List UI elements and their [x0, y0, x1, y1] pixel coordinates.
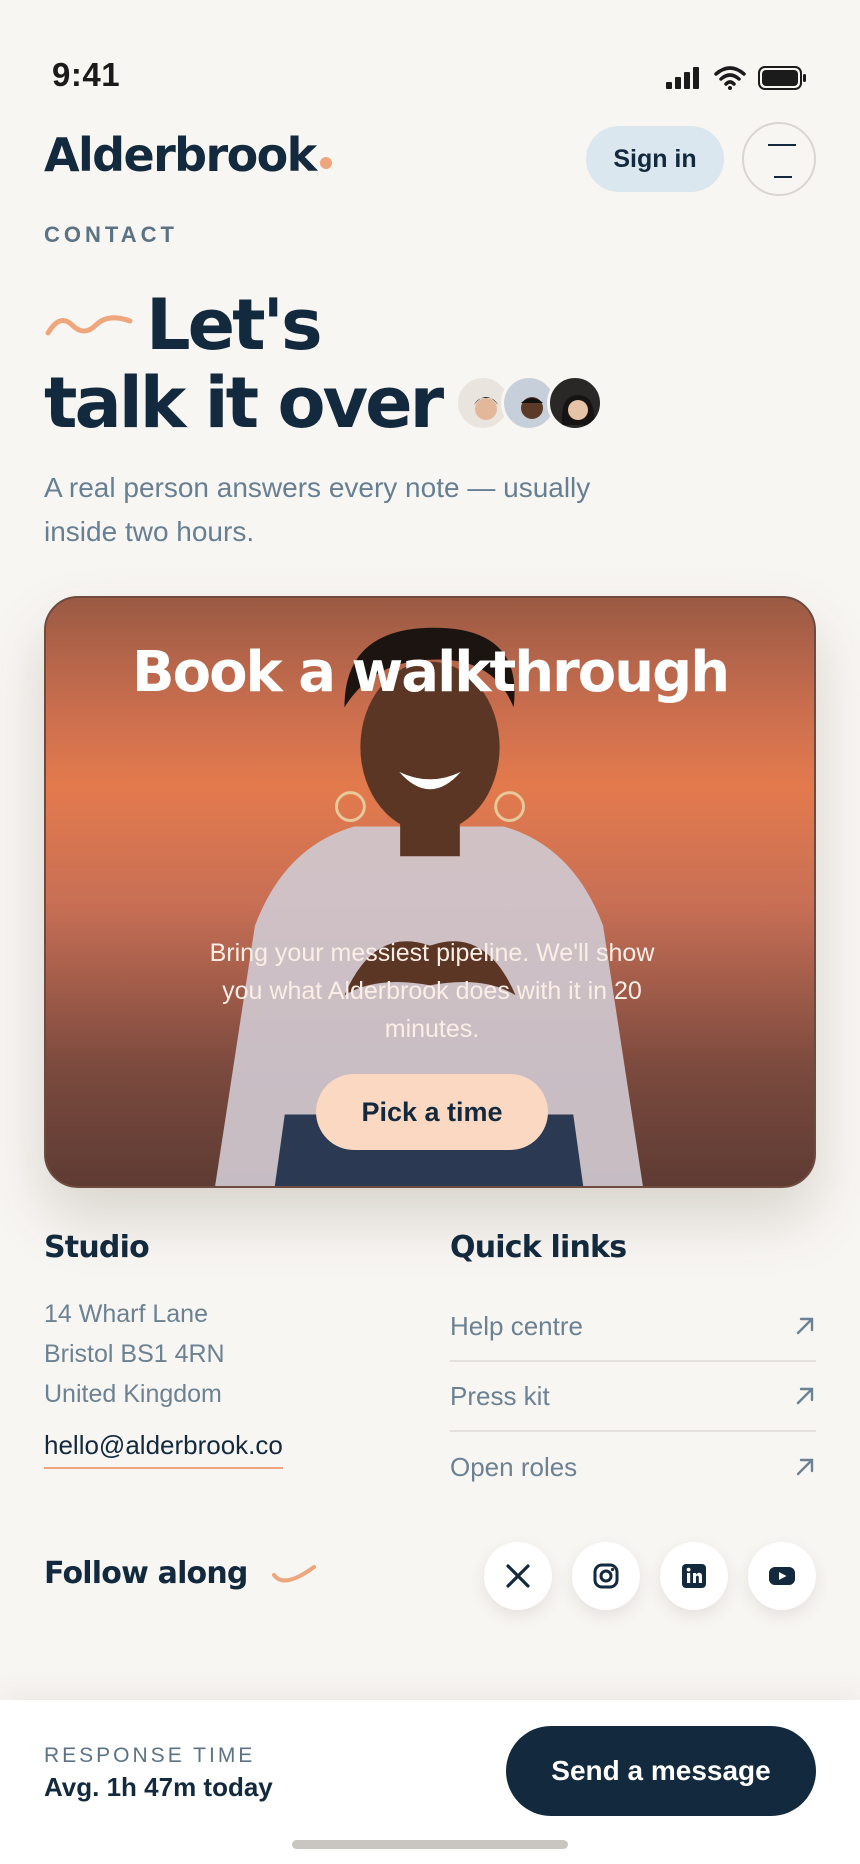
wifi-icon — [714, 66, 746, 90]
bottom-action-bar: RESPONSE TIME Avg. 1h 47m today Send a m… — [0, 1700, 860, 1864]
quick-link-label: Press kit — [450, 1380, 550, 1411]
arrow-up-right-icon — [796, 1387, 814, 1405]
hero-text: Bring your messiest pipeline. We'll show… — [209, 939, 655, 1043]
hero-title: Book a walkthrough — [131, 640, 730, 705]
status-icons — [666, 66, 808, 90]
headline-line-1: Let's — [146, 284, 323, 366]
squiggle-icon — [45, 315, 133, 336]
avatar — [547, 375, 604, 431]
arrow-up-right-icon — [796, 1317, 814, 1335]
page-eyebrow: CONTACT — [44, 222, 178, 247]
sign-in-button[interactable]: Sign in — [586, 126, 724, 192]
quick-link-open-roles[interactable]: Open roles — [450, 1432, 816, 1502]
headline-line-2: talk it over — [44, 362, 444, 444]
quick-links-list: Help centre Press kit Open roles — [450, 1292, 816, 1502]
arrow-up-right-icon — [796, 1458, 814, 1476]
instagram-icon[interactable] — [572, 1542, 640, 1610]
response-time-label: RESPONSE TIME — [44, 1744, 256, 1767]
send-message-button[interactable]: Send a message — [506, 1726, 816, 1816]
battery-icon — [758, 66, 806, 90]
quick-link-label: Open roles — [450, 1451, 578, 1482]
signal-icon — [666, 67, 699, 89]
quick-link-press-kit[interactable]: Press kit — [450, 1362, 816, 1432]
swoosh-icon — [271, 1564, 316, 1582]
status-time: 9:41 — [52, 56, 121, 93]
address-line: 14 Wharf Lane — [44, 1300, 208, 1328]
quick-link-label: Help centre — [450, 1310, 583, 1341]
page-subtitle: A real person answers every note — usual… — [44, 472, 591, 547]
quick-link-help-centre[interactable]: Help centre — [450, 1292, 816, 1362]
quick-links-title: Quick links — [450, 1230, 627, 1265]
page-title: Let's talk it over — [44, 286, 824, 442]
brand-logo[interactable]: Alderbrook — [44, 128, 332, 182]
social-links — [484, 1542, 816, 1610]
address-line: United Kingdom — [44, 1380, 222, 1408]
menu-icon[interactable] — [742, 122, 816, 196]
studio-title: Studio — [44, 1230, 150, 1265]
team-avatars — [455, 375, 604, 431]
youtube-icon[interactable] — [748, 1542, 816, 1610]
status-bar: 9:41 — [0, 0, 860, 110]
home-indicator[interactable] — [292, 1840, 568, 1849]
app-header: Alderbrook Sign in — [44, 118, 816, 198]
response-time-value: Avg. 1h 47m today — [44, 1772, 273, 1802]
brand-dot-icon — [319, 157, 332, 169]
address-line: Bristol BS1 4RN — [44, 1340, 225, 1368]
linkedin-icon[interactable] — [660, 1542, 728, 1610]
x-icon[interactable] — [484, 1542, 552, 1610]
follow-title: Follow along — [44, 1556, 318, 1591]
walkthrough-card: Book a walkthrough Bring your messiest p… — [44, 596, 816, 1188]
pick-a-time-button[interactable]: Pick a time — [316, 1074, 548, 1150]
studio-address: 14 Wharf Lane Bristol BS1 4RN United Kin… — [44, 1294, 225, 1414]
email-link[interactable]: hello@alderbrook.co — [44, 1430, 283, 1469]
